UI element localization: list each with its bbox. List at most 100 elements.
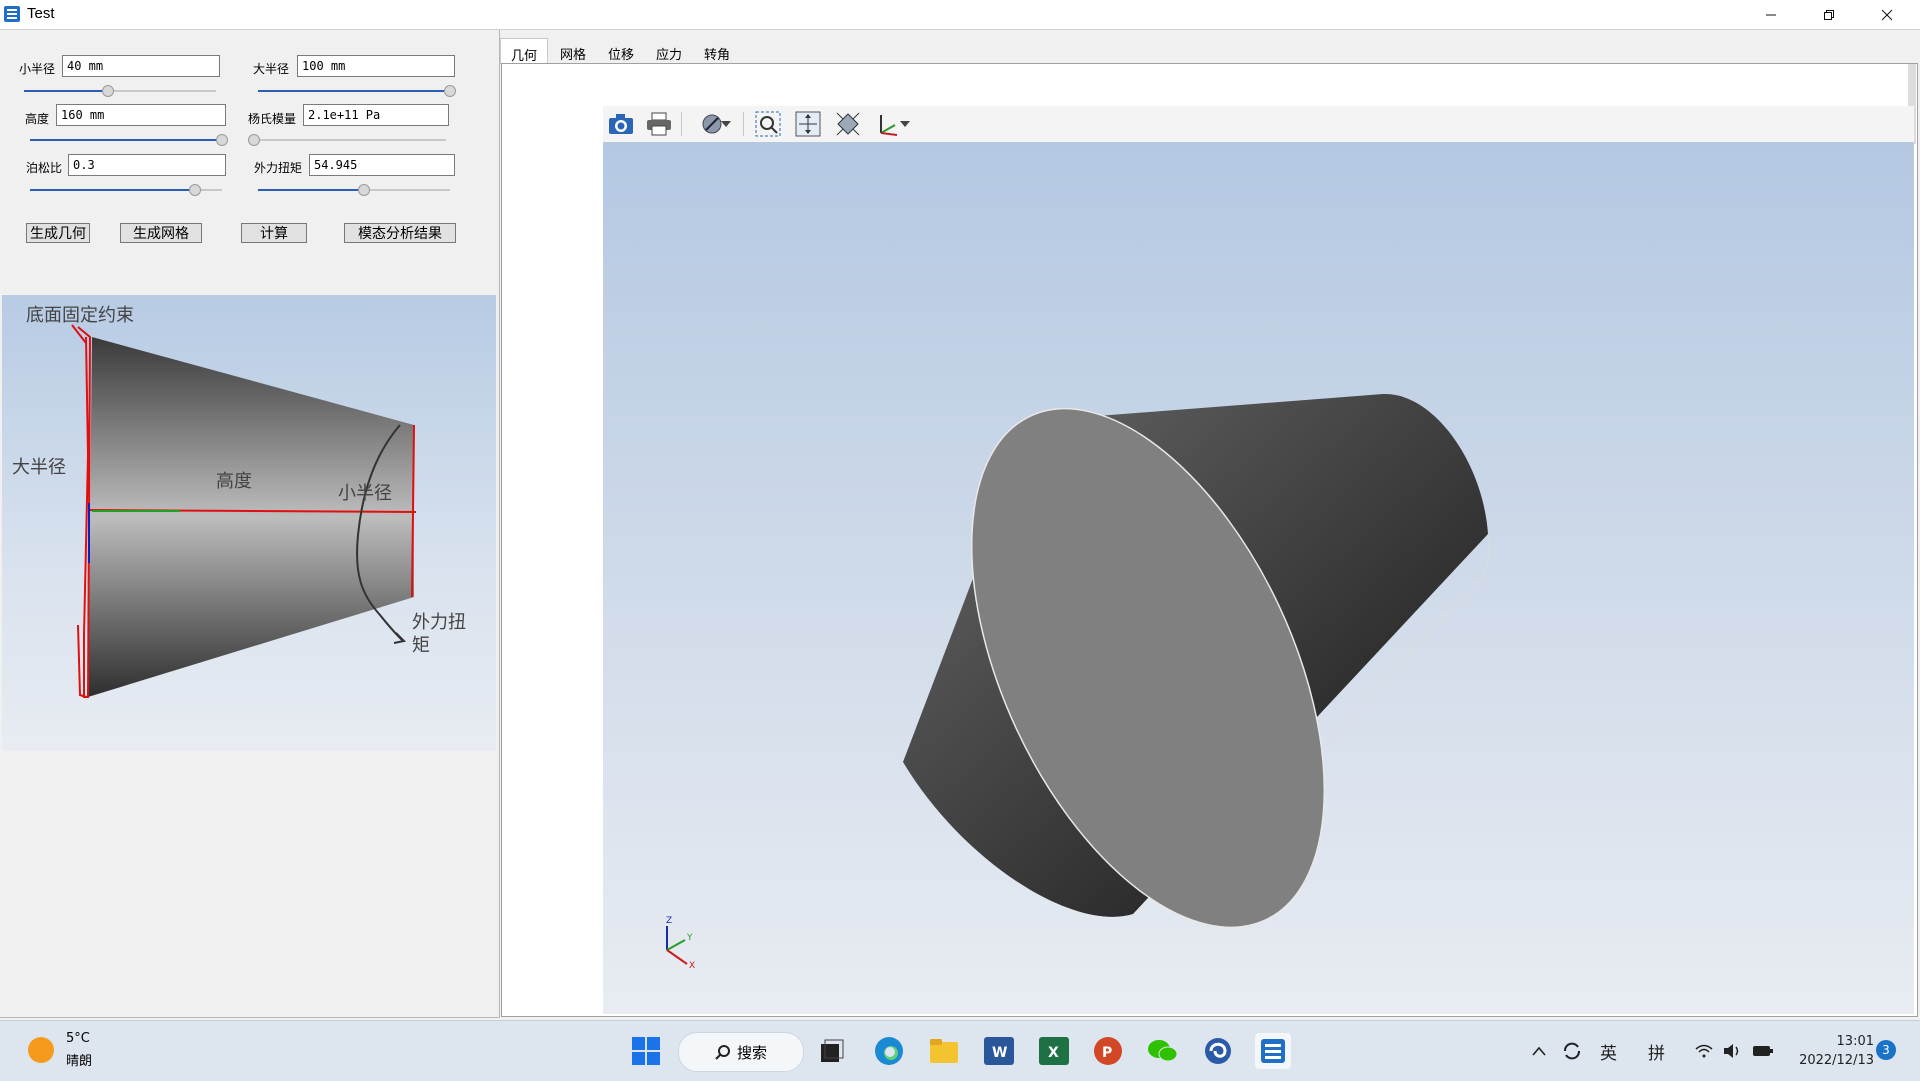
app-swirl-button[interactable]: [1200, 1033, 1236, 1069]
small-radius-label: 小半径: [19, 62, 56, 76]
tab-rotation[interactable]: 转角: [704, 38, 740, 64]
tab-geometry[interactable]: 几何: [500, 38, 548, 64]
modal-results-button[interactable]: 模态分析结果: [344, 223, 456, 243]
hide-dropdown[interactable]: [719, 109, 733, 139]
edge-button[interactable]: [871, 1033, 907, 1069]
model-diagram: 底面固定约束 大半径 高度 小半径 外力扭 矩: [2, 295, 496, 751]
fit-all-button[interactable]: [833, 109, 863, 139]
poisson-ratio-label: 泊松比: [26, 161, 63, 175]
volume-button[interactable]: [1721, 1033, 1745, 1069]
dropdown-icon: [721, 121, 731, 127]
svg-text:P: P: [1102, 1045, 1112, 1061]
swirl-app-icon: [1205, 1038, 1231, 1064]
height-slider[interactable]: [30, 133, 228, 147]
search-label: 搜索: [736, 1043, 767, 1062]
youngs-modulus-slider[interactable]: [248, 133, 446, 147]
generate-geometry-button[interactable]: 生成几何: [26, 223, 90, 243]
folder-icon: [930, 1039, 958, 1063]
poisson-ratio-input[interactable]: 0.3: [68, 154, 226, 176]
frustum-diagram: [71, 324, 417, 698]
clock[interactable]: 13:01 2022/12/13: [1799, 1032, 1874, 1070]
axis-z-label: Z: [666, 916, 672, 926]
3d-viewport[interactable]: Z Y X: [603, 142, 1914, 1014]
pan-button[interactable]: [793, 109, 823, 139]
task-view-icon: [821, 1039, 844, 1062]
large-radius-slider[interactable]: [258, 84, 456, 98]
powerpoint-button[interactable]: P: [1090, 1033, 1126, 1069]
small-radius-input[interactable]: 40 mm: [62, 55, 220, 77]
large-radius-annotation: 大半径: [12, 457, 66, 478]
wechat-button[interactable]: [1145, 1033, 1181, 1069]
weather-temp[interactable]: 5°C: [66, 1031, 90, 1046]
task-view-button[interactable]: [814, 1033, 850, 1069]
dropdown-icon: [900, 121, 910, 127]
test-app-icon: [1261, 1039, 1285, 1063]
tab-stress[interactable]: 应力: [656, 38, 692, 64]
edge-icon: [875, 1037, 903, 1065]
file-explorer-button[interactable]: [926, 1033, 962, 1069]
axis-x-label: X: [689, 961, 695, 971]
height-label: 高度: [25, 112, 50, 126]
ime-language[interactable]: 英: [1600, 1039, 1617, 1064]
large-radius-input[interactable]: 100 mm: [297, 55, 455, 77]
axes-dropdown[interactable]: [898, 109, 912, 139]
print-button[interactable]: [644, 109, 674, 139]
notification-badge[interactable]: 3: [1876, 1040, 1896, 1060]
title-bar: Test: [0, 0, 1920, 30]
ime-mode[interactable]: 拼: [1648, 1039, 1665, 1064]
taskbar: 5°C 晴朗 搜索 W X P 英 拼 13:01 2022/12/13: [0, 1020, 1920, 1081]
camera-icon: [609, 114, 633, 134]
clock-time: 13:01: [1836, 1034, 1874, 1049]
volume-icon: [1724, 1044, 1739, 1058]
restore-icon: [1824, 9, 1834, 20]
viewer-toolbar: [603, 106, 1914, 143]
torque-slider[interactable]: [258, 183, 450, 197]
zoom-box-button[interactable]: [753, 109, 783, 139]
generate-mesh-button[interactable]: 生成网格: [120, 223, 202, 243]
large-radius-label: 大半径: [253, 62, 290, 76]
frustum-model: Z Y X: [666, 393, 1490, 971]
start-button[interactable]: [628, 1033, 664, 1069]
wifi-icon: [1695, 1044, 1713, 1058]
torque-annotation-line2: 矩: [412, 635, 430, 656]
word-button[interactable]: W: [981, 1033, 1017, 1069]
poisson-ratio-slider[interactable]: [30, 183, 222, 197]
search-icon: [715, 1045, 730, 1060]
close-icon: [1881, 9, 1893, 20]
tab-displacement[interactable]: 位移: [608, 38, 644, 64]
battery-button[interactable]: [1750, 1033, 1776, 1069]
youngs-modulus-input[interactable]: 2.1e+11 Pa: [303, 104, 449, 126]
weather-desc[interactable]: 晴朗: [66, 1050, 92, 1069]
axis-triad: Z Y X: [666, 916, 695, 971]
windows-start-icon: [632, 1037, 660, 1065]
youngs-modulus-label: 杨氏模量: [248, 112, 297, 126]
weather-sun-icon[interactable]: [28, 1037, 54, 1063]
excel-button[interactable]: X: [1036, 1033, 1072, 1069]
svg-text:W: W: [992, 1045, 1007, 1061]
torque-input[interactable]: 54.945: [309, 154, 455, 176]
word-icon: W: [984, 1037, 1014, 1065]
torque-label: 外力扭矩: [254, 161, 303, 175]
restore-button[interactable]: [1800, 0, 1858, 29]
taskbar-search[interactable]: 搜索: [678, 1032, 804, 1072]
sync-button[interactable]: [1558, 1033, 1586, 1069]
compute-button[interactable]: 计算: [241, 223, 307, 243]
tray-overflow-button[interactable]: [1528, 1033, 1550, 1069]
height-input[interactable]: 160 mm: [56, 104, 226, 126]
zoom-box-icon: [755, 111, 781, 137]
chevron-up-icon: [1532, 1046, 1546, 1056]
test-app-button[interactable]: [1255, 1033, 1291, 1069]
wechat-icon: [1148, 1040, 1178, 1062]
wifi-button[interactable]: [1692, 1033, 1716, 1069]
screenshot-button[interactable]: [606, 109, 636, 139]
minimize-button[interactable]: [1742, 0, 1800, 29]
fit-icon: [836, 112, 860, 136]
tab-mesh[interactable]: 网格: [560, 38, 596, 64]
svg-text:X: X: [1048, 1045, 1059, 1061]
close-button[interactable]: [1858, 0, 1916, 29]
powerpoint-icon: P: [1094, 1037, 1122, 1065]
excel-icon: X: [1039, 1037, 1069, 1065]
app-icon: [4, 6, 20, 22]
fixed-constraint-annotation: 底面固定约束: [26, 305, 134, 326]
small-radius-slider[interactable]: [24, 84, 216, 98]
